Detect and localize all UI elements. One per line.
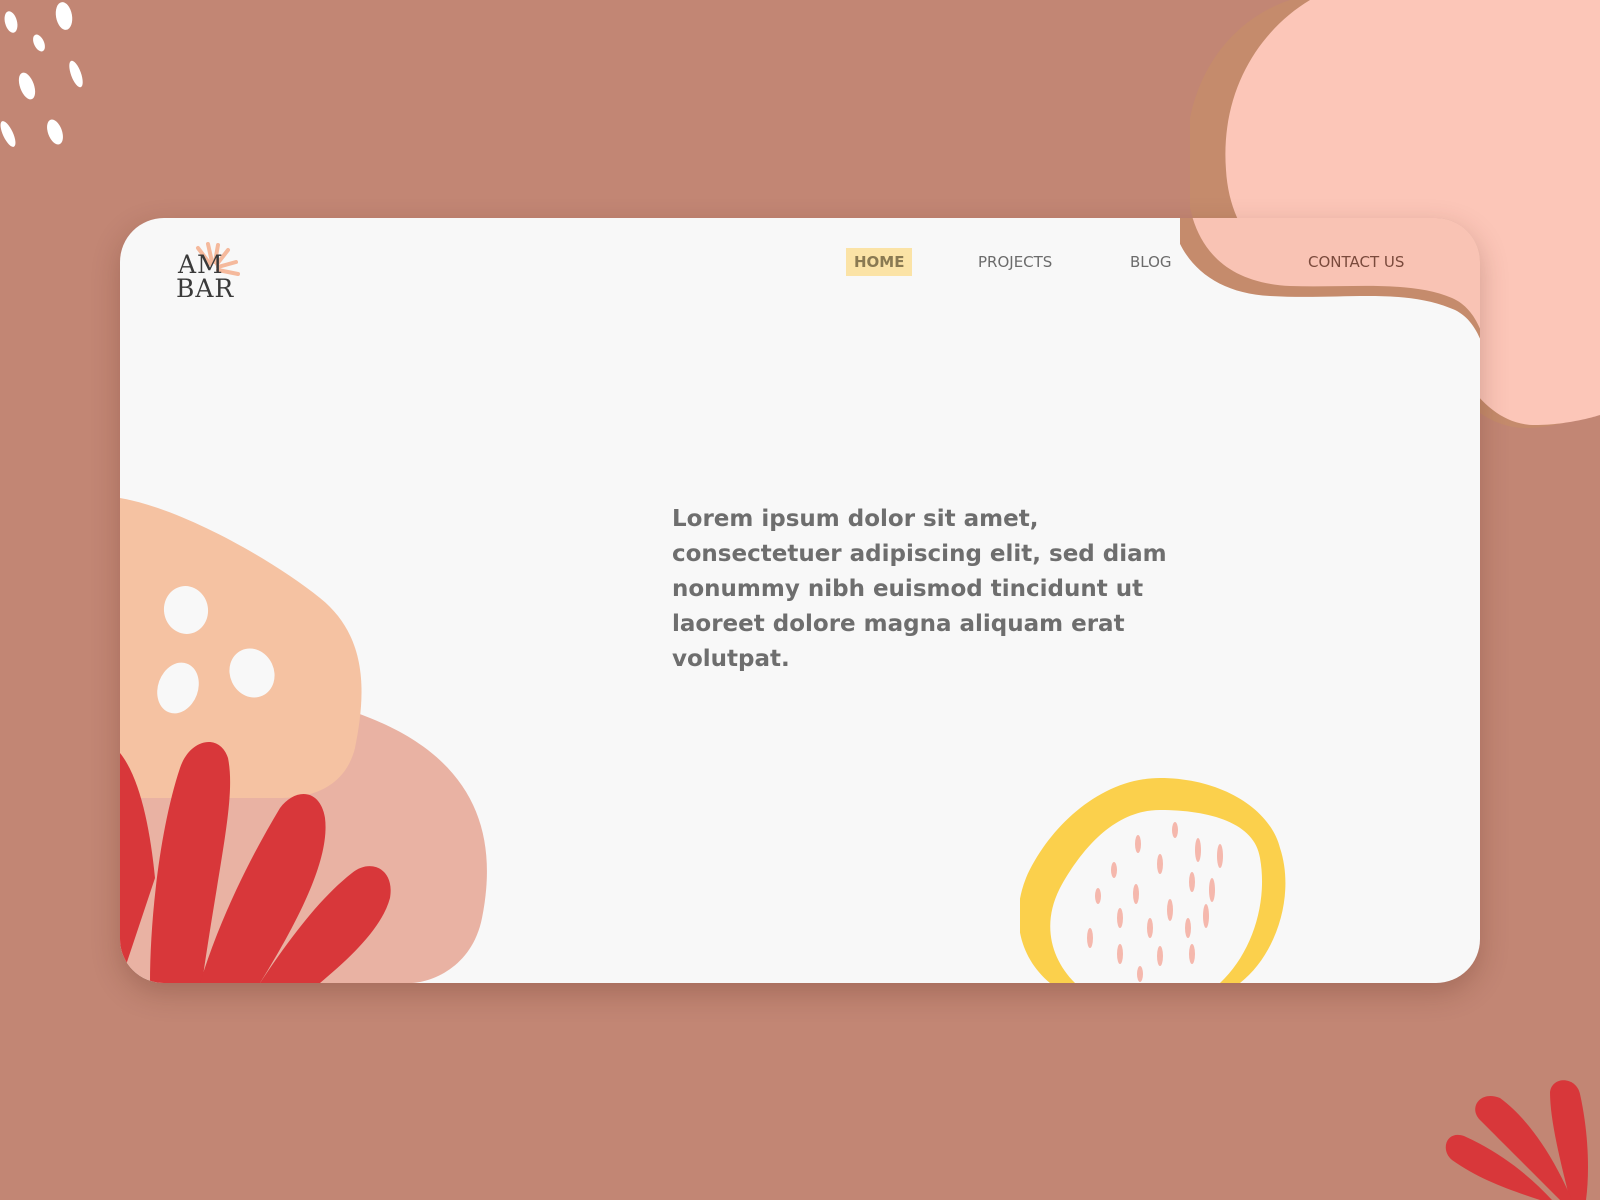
main-navigation: HOME PROJECTS BLOG CONTACT US — [120, 248, 1480, 278]
leaf-shapes-decoration — [120, 498, 487, 983]
white-dots-decoration — [0, 2, 83, 147]
nav-contact-link[interactable]: CONTACT US — [1308, 248, 1404, 276]
hero-paragraph: Lorem ipsum dolor sit amet, consectetuer… — [672, 506, 1167, 672]
yellow-ring-decoration — [1020, 778, 1286, 983]
nav-projects-link[interactable]: PROJECTS — [978, 248, 1052, 276]
landing-card: AM BAR HOME PROJECTS BLOG CONTACT US Lor… — [120, 218, 1480, 983]
logo-text-line2: BAR — [176, 274, 235, 303]
nav-home-link[interactable]: HOME — [846, 248, 913, 276]
nav-blog-link[interactable]: BLOG — [1130, 248, 1172, 276]
red-leaves-decoration — [1445, 1080, 1588, 1200]
